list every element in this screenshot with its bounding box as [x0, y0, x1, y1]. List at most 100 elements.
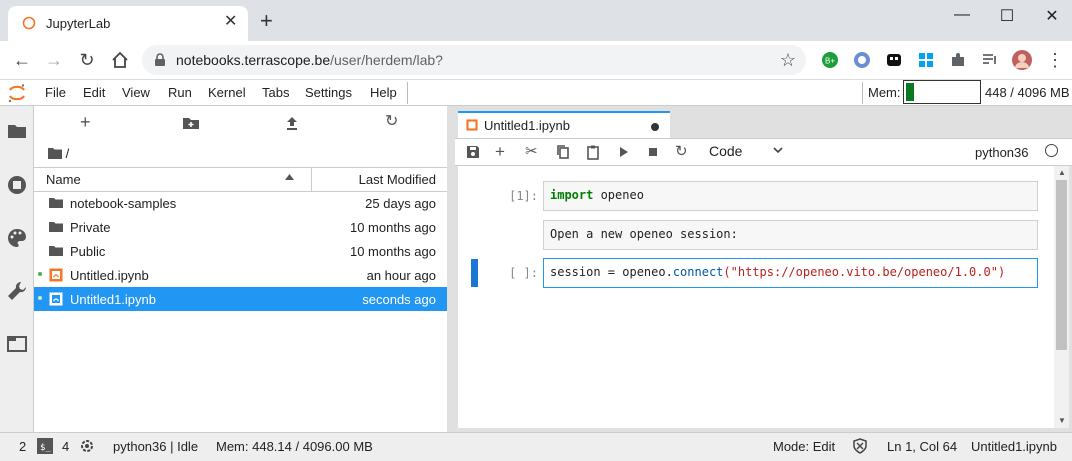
tabs-panel-icon[interactable] [6, 333, 28, 355]
menu-settings[interactable]: Settings [305, 85, 352, 100]
file-row[interactable]: Untitled.ipynb an hour ago [34, 263, 447, 287]
file-row-selected[interactable]: Untitled1.ipynb seconds ago [34, 287, 447, 311]
extension-windows-icon[interactable] [917, 51, 935, 69]
file-name: Untitled1.ipynb [70, 292, 156, 307]
browser-menu-icon[interactable]: ⋮ [1045, 50, 1065, 70]
home-icon[interactable] [110, 50, 130, 70]
running-kernels-icon[interactable] [6, 174, 28, 196]
column-divider[interactable] [311, 168, 312, 191]
panel-splitter[interactable] [447, 106, 455, 432]
scroll-thumb[interactable] [1056, 180, 1067, 350]
active-code-cell[interactable]: session = openeo.connect("https://openeo… [543, 258, 1038, 288]
chevron-down-icon[interactable] [773, 147, 783, 154]
column-header-last-modified[interactable]: Last Modified [359, 172, 436, 187]
cut-icon[interactable]: ✂ [525, 144, 541, 160]
paste-icon[interactable] [585, 144, 601, 160]
file-name: Private [70, 220, 111, 235]
file-name: notebook-samples [70, 196, 177, 211]
browser-tabstrip: JupyterLab ✕ + — ☐ ✕ [0, 0, 1072, 41]
menu-run[interactable]: Run [168, 85, 192, 100]
new-launcher-icon[interactable]: + [80, 113, 98, 132]
refresh-icon[interactable]: ↻ [385, 114, 403, 132]
minimize-icon[interactable]: — [950, 6, 974, 24]
cell-type-select[interactable]: Code [709, 143, 742, 159]
editor-mode: Mode: Edit [773, 439, 836, 454]
menubar-divider [407, 82, 408, 104]
scroll-down-icon[interactable]: ▼ [1058, 416, 1066, 425]
active-cell-marker[interactable] [471, 259, 478, 287]
folder-icon [49, 246, 63, 256]
kernel-name[interactable]: python36 [975, 145, 1029, 160]
new-tab-icon[interactable]: + [260, 10, 273, 32]
new-folder-icon[interactable] [182, 114, 200, 132]
notebook-tab[interactable]: Untitled1.ipynb [458, 111, 670, 139]
memory-value: 448 / 4096 MB [985, 85, 1070, 100]
close-tab-icon[interactable]: ✕ [224, 14, 237, 30]
back-icon[interactable]: ← [12, 50, 32, 70]
trusted-shield-icon[interactable] [852, 438, 868, 454]
markdown-cell[interactable]: Open a new openeo session: [543, 220, 1038, 250]
profile-avatar[interactable] [1012, 50, 1032, 70]
forward-icon[interactable]: → [44, 50, 64, 70]
notebook-body: [1]: import openeo Open a new openeo ses… [458, 166, 1054, 428]
window-close-icon[interactable]: ✕ [1040, 6, 1064, 25]
lock-icon [155, 53, 165, 66]
bookmark-star-icon[interactable]: ☆ [780, 50, 796, 71]
kernel-cog-icon[interactable] [80, 439, 94, 453]
address-bar[interactable]: notebooks.terrascope.be/user/herdem/lab?… [142, 45, 806, 75]
sort-caret-up-icon[interactable] [285, 174, 294, 180]
file-list-header: Name Last Modified [34, 167, 447, 192]
kernel-state[interactable]: python36 | Idle [113, 439, 198, 454]
upload-icon[interactable] [283, 114, 301, 132]
column-header-name[interactable]: Name [46, 172, 81, 187]
menubar-divider [862, 82, 863, 104]
reading-list-icon[interactable] [981, 51, 999, 69]
notebook-scrollbar[interactable]: ▲ ▼ [1054, 166, 1069, 428]
notebook-toolbar: + ✂ ↻ Code python36 [455, 139, 1072, 166]
unsaved-dot-icon[interactable] [651, 123, 659, 131]
menu-edit[interactable]: Edit [83, 85, 105, 100]
cursor-position[interactable]: Ln 1, Col 64 [887, 439, 957, 454]
save-icon[interactable] [465, 144, 481, 160]
extension-black-icon[interactable] [885, 51, 903, 69]
extensions-puzzle-icon[interactable] [949, 51, 967, 69]
cell-code: import openeo [550, 188, 644, 202]
cell-code[interactable]: session = openeo.connect("https://openeo… [550, 265, 1005, 279]
menu-file[interactable]: File [45, 85, 66, 100]
status-bar: 2 $_ 4 python36 | Idle Mem: 448.14 / 409… [0, 432, 1072, 461]
maximize-icon[interactable]: ☐ [995, 6, 1019, 25]
breadcrumb[interactable]: / [48, 146, 69, 161]
kernel-count[interactable]: 4 [62, 439, 69, 454]
extension-blue-circle-icon[interactable] [853, 51, 871, 69]
extension-bplus-icon[interactable]: B+ [821, 51, 839, 69]
file-row[interactable]: notebook-samples 25 days ago [34, 191, 447, 215]
menu-view[interactable]: View [122, 85, 150, 100]
palette-icon[interactable] [6, 227, 28, 249]
browser-tab[interactable]: JupyterLab ✕ [8, 6, 248, 41]
copy-icon[interactable] [555, 144, 571, 160]
reload-icon[interactable]: ↻ [77, 50, 97, 70]
running-indicator [38, 272, 42, 276]
terminal-count[interactable]: 2 [19, 439, 26, 454]
wrench-icon[interactable] [6, 280, 28, 302]
run-icon[interactable] [615, 144, 631, 160]
folder-icon[interactable] [6, 120, 28, 142]
menu-kernel[interactable]: Kernel [208, 85, 246, 100]
folder-icon [49, 198, 63, 208]
notebook-area: Untitled1.ipynb + ✂ ↻ Code python36 [1]:… [455, 106, 1072, 432]
file-modified: 10 months ago [349, 220, 436, 235]
insert-cell-icon[interactable]: + [495, 143, 511, 160]
stop-icon[interactable] [645, 144, 661, 160]
file-row[interactable]: Public 10 months ago [34, 239, 447, 263]
menu-tabs[interactable]: Tabs [262, 85, 289, 100]
notebook-icon [466, 119, 478, 131]
scroll-up-icon[interactable]: ▲ [1058, 168, 1066, 177]
svg-text:B+: B+ [825, 57, 835, 66]
file-row[interactable]: Private 10 months ago [34, 215, 447, 239]
menu-help[interactable]: Help [370, 85, 397, 100]
code-cell[interactable]: import openeo [543, 181, 1038, 211]
terminal-icon[interactable]: $_ [37, 438, 53, 454]
jupyter-logo-icon [8, 84, 25, 103]
folder-icon [48, 148, 62, 159]
restart-kernel-icon[interactable]: ↻ [675, 144, 691, 160]
